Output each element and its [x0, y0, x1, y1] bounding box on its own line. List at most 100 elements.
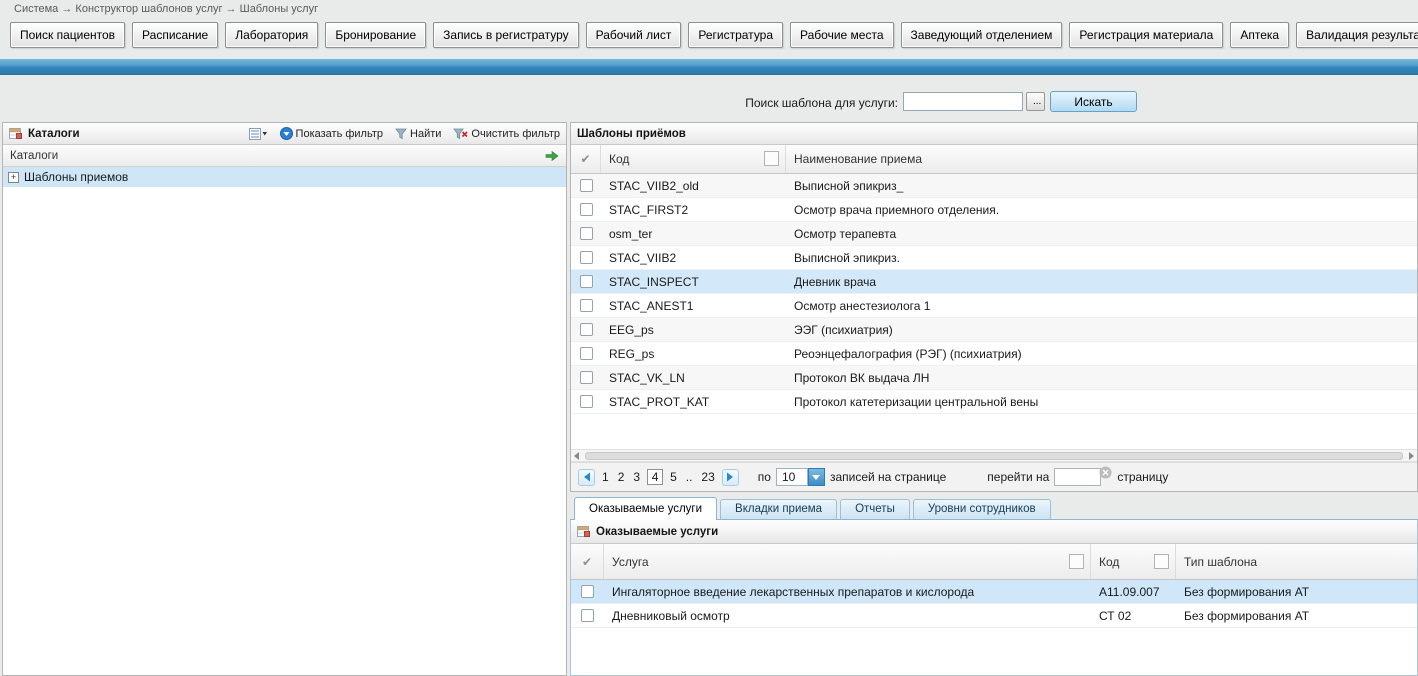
page-number[interactable]: 5	[668, 470, 679, 484]
template-row[interactable]: STAC_FIRST2 Осмотр врача приемного отдел…	[571, 198, 1417, 222]
template-row[interactable]: osm_ter Осмотр терапевта	[571, 222, 1417, 246]
page-number[interactable]: 23	[699, 470, 716, 484]
service-code: СТ 02	[1091, 609, 1176, 623]
breadcrumb: Система → Конструктор шаблонов услуг → Ш…	[14, 3, 318, 15]
row-checkbox[interactable]	[571, 395, 601, 408]
scrollbar-thumb[interactable]	[585, 452, 1403, 460]
booking-button[interactable]: Бронирование	[325, 22, 426, 48]
goto-page-label: перейти на	[987, 470, 1049, 484]
row-checkbox[interactable]	[571, 609, 604, 622]
page-number[interactable]: 3	[631, 470, 642, 484]
template-name: ЭЭГ (психиатрия)	[786, 323, 1417, 337]
laboratory-button[interactable]: Лаборатория	[225, 22, 318, 48]
template-row[interactable]: STAC_VIIB2_old Выписной эпикриз_	[571, 174, 1417, 198]
column-header-name[interactable]: Наименование приема	[786, 145, 1417, 173]
go-arrow-icon[interactable]	[545, 150, 559, 162]
row-checkbox[interactable]	[571, 227, 601, 240]
column-header-type[interactable]: Тип шаблона	[1176, 544, 1417, 579]
worklist-button[interactable]: Рабочий лист	[586, 22, 682, 48]
browse-button[interactable]: ...	[1026, 92, 1045, 111]
column-filter-box[interactable]	[1069, 554, 1084, 569]
registry-button[interactable]: Регистратура	[688, 22, 783, 48]
goto-page-input[interactable]	[1054, 468, 1101, 486]
row-checkbox[interactable]	[571, 179, 601, 192]
scroll-right-icon[interactable]	[1409, 452, 1414, 460]
funnel-icon	[395, 128, 407, 140]
search-template-input[interactable]	[903, 92, 1023, 111]
catalogs-panel: Каталоги Показать фильтр Найти	[2, 122, 567, 676]
column-filter-box[interactable]	[1154, 554, 1169, 569]
template-row[interactable]: STAC_VIIB2 Выписной эпикриз.	[571, 246, 1417, 270]
select-all-header[interactable]: ✔	[571, 145, 601, 173]
show-filter-button[interactable]: Показать фильтр	[280, 127, 383, 140]
row-checkbox[interactable]	[571, 371, 601, 384]
scroll-left-icon[interactable]	[574, 452, 579, 460]
department-head-button[interactable]: Заведующий отделением	[901, 22, 1063, 48]
template-row-selected[interactable]: STAC_INSPECT Дневник врача	[571, 270, 1417, 294]
next-page-button[interactable]	[722, 469, 739, 486]
column-filter-box[interactable]	[764, 151, 779, 166]
goto-page-suffix: страницу	[1117, 470, 1168, 484]
templates-title: Шаблоны приёмов	[577, 128, 686, 140]
clear-goto-icon[interactable]	[1099, 466, 1112, 479]
pharmacy-button[interactable]: Аптека	[1230, 22, 1289, 48]
services-panel: Оказываемые услуги ✔ Услуга Код Тип шабл…	[570, 520, 1418, 676]
find-button[interactable]: Найти	[395, 128, 441, 140]
registry-entry-button[interactable]: Запись в регистратуру	[433, 22, 578, 48]
tab-services[interactable]: Оказываемые услуги	[574, 497, 717, 520]
clear-filter-button[interactable]: Очистить фильтр	[453, 128, 560, 140]
per-page-dropdown-button[interactable]	[808, 468, 825, 486]
prev-page-button[interactable]	[578, 469, 595, 486]
template-row[interactable]: STAC_PROT_KAT Протокол катетеризации цен…	[571, 390, 1417, 414]
page-number[interactable]: 1	[600, 470, 611, 484]
template-row[interactable]: REG_ps Реоэнцефалография (РЭГ) (психиатр…	[571, 342, 1417, 366]
per-page-select[interactable]: 10	[776, 468, 808, 486]
template-row[interactable]: EEG_ps ЭЭГ (психиатрия)	[571, 318, 1417, 342]
row-checkbox[interactable]	[571, 347, 601, 360]
circle-down-icon	[280, 127, 293, 140]
material-registration-button[interactable]: Регистрация материала	[1069, 22, 1223, 48]
service-row-selected[interactable]: Ингаляторное введение лекарственных преп…	[571, 580, 1417, 604]
tab-reports[interactable]: Отчеты	[840, 499, 910, 519]
template-code: STAC_PROT_KAT	[601, 395, 786, 409]
results-validation-button[interactable]: Валидация результатов	[1296, 22, 1418, 48]
service-type: Без формирования АТ	[1176, 585, 1417, 599]
services-title: Оказываемые услуги	[596, 526, 718, 538]
column-header-code[interactable]: Код	[601, 145, 786, 173]
per-page-suffix: записей на странице	[830, 470, 946, 484]
tree-item-templates[interactable]: + Шаблоны приемов	[3, 167, 566, 187]
expand-icon[interactable]: +	[8, 172, 19, 183]
patient-search-button[interactable]: Поиск пациентов	[10, 22, 125, 48]
template-code: STAC_ANEST1	[601, 299, 786, 313]
column-header-service[interactable]: Услуга	[604, 544, 1091, 579]
tab-staff-levels[interactable]: Уровни сотрудников	[913, 499, 1051, 519]
service-row[interactable]: Дневниковый осмотр СТ 02 Без формировани…	[571, 604, 1417, 628]
row-checkbox[interactable]	[571, 251, 601, 264]
service-type: Без формирования АТ	[1176, 609, 1417, 623]
templates-table-header: ✔ Код Наименование приема	[571, 145, 1417, 174]
workplaces-button[interactable]: Рабочие места	[790, 22, 893, 48]
template-name: Выписной эпикриз_	[786, 179, 1417, 193]
catalogs-column-header[interactable]: Каталоги	[3, 145, 566, 167]
template-name: Протокол катетеризации центральной вены	[786, 395, 1417, 409]
tab-visit-tabs[interactable]: Вкладки приема	[720, 499, 837, 519]
chevron-down-icon	[812, 475, 820, 480]
row-checkbox[interactable]	[571, 585, 604, 598]
select-all-header[interactable]: ✔	[571, 544, 604, 579]
current-page[interactable]: 4	[647, 469, 663, 485]
template-row[interactable]: STAC_VK_LN Протокол ВК выдача ЛН	[571, 366, 1417, 390]
column-header-code[interactable]: Код	[1091, 544, 1176, 579]
row-checkbox[interactable]	[571, 299, 601, 312]
schedule-button[interactable]: Расписание	[132, 22, 218, 48]
template-row[interactable]: STAC_ANEST1 Осмотр анестезиолога 1	[571, 294, 1417, 318]
row-checkbox[interactable]	[571, 323, 601, 336]
page-number[interactable]: 2	[616, 470, 627, 484]
templates-panel: Шаблоны приёмов ✔ Код Наименование прием…	[570, 122, 1418, 492]
horizontal-scrollbar[interactable]	[571, 449, 1417, 462]
columns-menu-icon[interactable]	[249, 128, 268, 140]
template-code: STAC_VK_LN	[601, 371, 786, 385]
funnel-clear-icon	[453, 128, 468, 140]
row-checkbox[interactable]	[571, 203, 601, 216]
row-checkbox[interactable]	[571, 275, 601, 288]
search-button[interactable]: Искать	[1050, 91, 1137, 112]
